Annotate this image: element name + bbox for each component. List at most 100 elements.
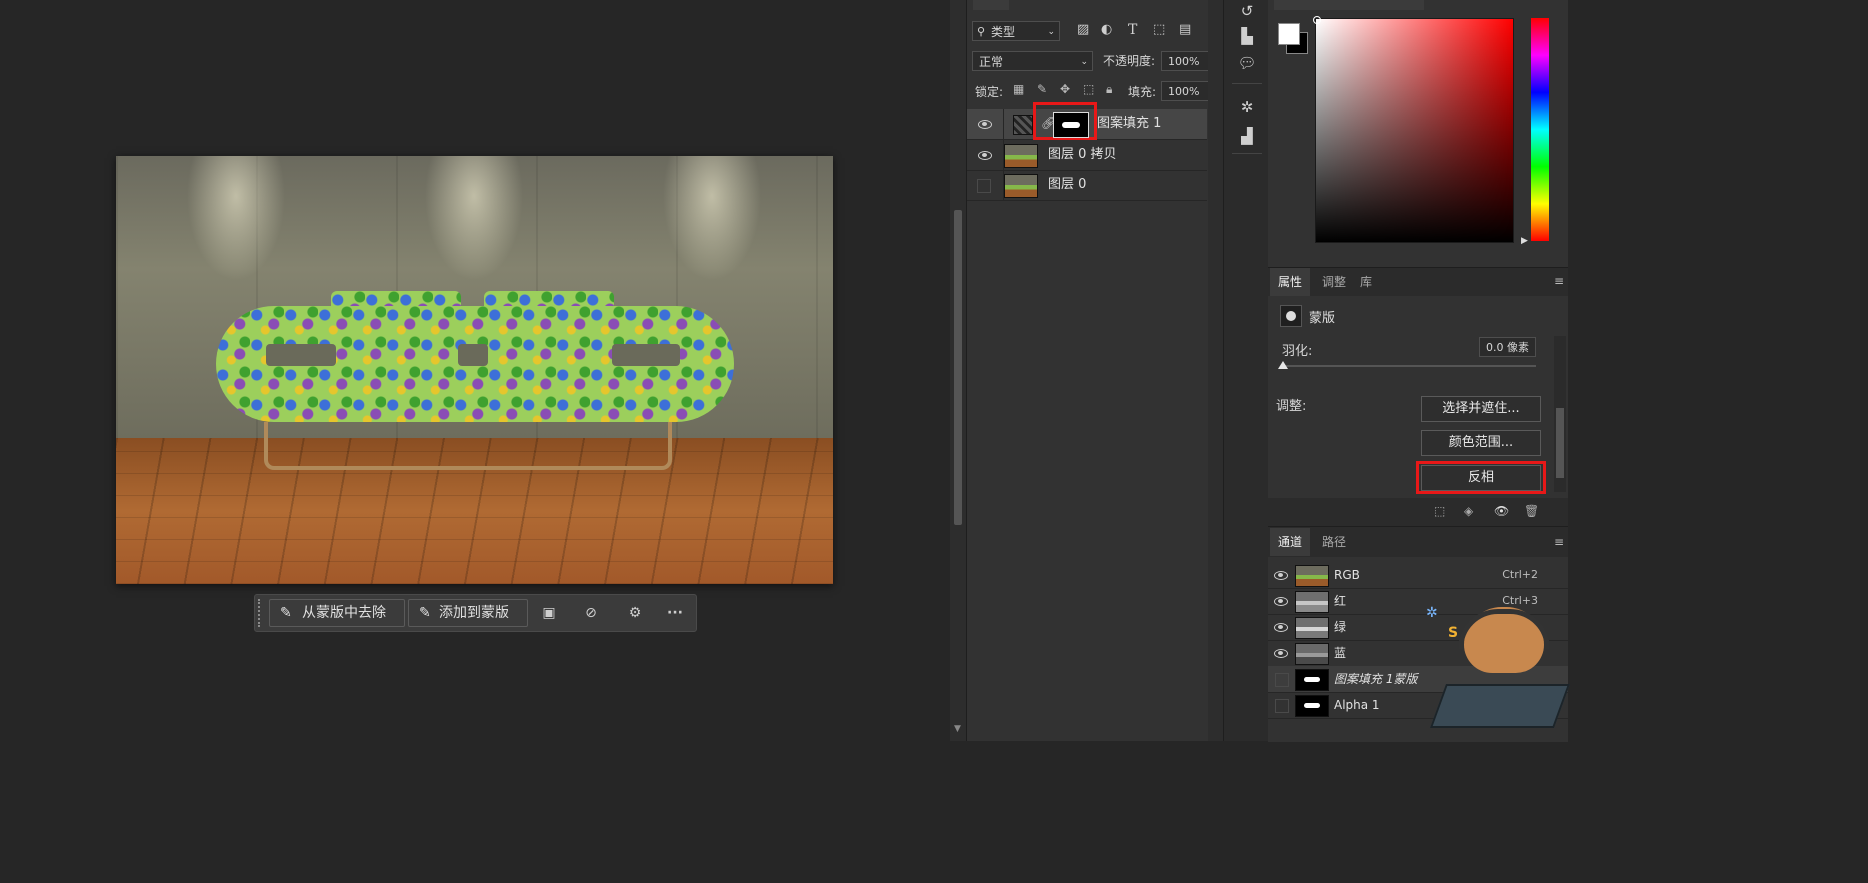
tab-paths[interactable]: 路径 bbox=[1314, 528, 1354, 556]
visibility-toggle-empty[interactable] bbox=[1275, 673, 1289, 687]
add-to-mask-button[interactable]: ✎ 添加到蒙版 bbox=[408, 599, 528, 627]
properties-footer bbox=[1268, 498, 1568, 526]
eye-icon[interactable] bbox=[1274, 597, 1288, 606]
eye-icon[interactable] bbox=[1274, 623, 1288, 632]
smart-object-filter-icon[interactable]: ▤ bbox=[1179, 22, 1195, 38]
divider bbox=[1232, 153, 1262, 154]
more-options-button[interactable]: ··· bbox=[665, 603, 685, 623]
layer-name[interactable]: 图案填充 1 bbox=[1097, 109, 1161, 139]
feather-slider-track[interactable] bbox=[1281, 365, 1536, 367]
document-image[interactable] bbox=[116, 156, 833, 584]
divider bbox=[1003, 109, 1004, 139]
remove-from-mask-label: 从蒙版中去除 bbox=[302, 605, 386, 621]
brush-plus-icon: ✎ bbox=[419, 605, 431, 621]
mask-options-icon[interactable]: ▣ bbox=[539, 603, 559, 623]
color-tabs[interactable] bbox=[1274, 0, 1424, 10]
lock-label: 锁定: bbox=[975, 85, 1004, 99]
scroll-down-arrow[interactable]: ▼ bbox=[954, 724, 961, 734]
sofa-frame bbox=[264, 422, 672, 470]
color-range-button[interactable]: 颜色范围... bbox=[1421, 430, 1541, 456]
shape-filter-icon[interactable]: ⬚ bbox=[1153, 22, 1169, 38]
canvas-area[interactable]: ✎ 从蒙版中去除 ✎ 添加到蒙版 ▣ ⊘ ⚙ ··· bbox=[0, 0, 950, 741]
canvas-scrollbar[interactable]: ▼ bbox=[950, 0, 966, 741]
layer-row-pattern-fill[interactable]: 🔗︎ 图案填充 1 bbox=[967, 102, 1207, 140]
sofa-gap-left bbox=[266, 344, 336, 366]
blend-mode-select[interactable]: 正常 ⌄ bbox=[972, 51, 1093, 71]
blend-mode-value: 正常 bbox=[979, 55, 1004, 69]
search-icon: ⚲ bbox=[977, 25, 986, 38]
layer-row-layer-0[interactable]: 图层 0 bbox=[967, 170, 1207, 201]
feather-field[interactable]: 0.0 像素 bbox=[1479, 337, 1536, 357]
tab-channels[interactable]: 通道 bbox=[1270, 528, 1311, 556]
panel-menu-icon[interactable]: ≡ bbox=[1554, 274, 1564, 288]
history-icon[interactable]: ↺ bbox=[1236, 0, 1258, 22]
mask-settings-icon[interactable]: ⚙ bbox=[625, 603, 645, 623]
opacity-value: 100% bbox=[1168, 55, 1200, 68]
tab-properties[interactable]: 属性 bbox=[1270, 268, 1311, 296]
foreground-color-swatch[interactable] bbox=[1278, 23, 1300, 45]
apply-mask-icon[interactable]: ◈ bbox=[1464, 504, 1473, 518]
lock-pixels-icon[interactable]: ✎ bbox=[1037, 82, 1047, 96]
lock-icon[interactable]: 🔒︎ bbox=[1106, 82, 1112, 97]
layer-thumbnail[interactable] bbox=[1004, 144, 1038, 168]
type-filter-icon[interactable]: T bbox=[1128, 22, 1144, 38]
layer-filter-select[interactable]: ⚲ 类型 ⌄ bbox=[972, 21, 1060, 41]
color-picker-field[interactable] bbox=[1313, 16, 1514, 243]
layer-thumbnail[interactable] bbox=[1004, 174, 1038, 198]
sparkle-icon: ✲ bbox=[1426, 605, 1438, 621]
headphones-icon bbox=[1458, 609, 1550, 649]
hue-slider-handle[interactable]: ▶ bbox=[1521, 236, 1528, 246]
lock-artboard-icon[interactable]: ⬚ bbox=[1083, 82, 1094, 96]
layers-panel: ⚲ 类型 ⌄ ▨ ◐ T ⬚ ▤ 正常 ⌄ 不透明度: 100% ⌄ 锁定: ▦… bbox=[966, 0, 1224, 741]
image-filter-icon[interactable]: ▨ bbox=[1077, 22, 1093, 38]
eye-icon[interactable] bbox=[978, 151, 992, 160]
lock-transparency-icon[interactable]: ▦ bbox=[1013, 82, 1024, 96]
channel-thumbnail bbox=[1295, 591, 1329, 613]
drag-handle[interactable] bbox=[258, 599, 264, 627]
scrollbar-thumb[interactable] bbox=[954, 210, 962, 525]
panel-menu-icon[interactable]: ≡ bbox=[1554, 535, 1564, 549]
panel-icon-strip: ↺ ▙ 💬︎ ✲ ▟ bbox=[1223, 0, 1270, 741]
load-selection-icon[interactable]: ⬚ bbox=[1434, 504, 1445, 518]
eye-icon[interactable]: 👁︎ bbox=[1494, 504, 1509, 518]
eye-icon[interactable] bbox=[978, 120, 992, 129]
visibility-toggle-empty[interactable] bbox=[1275, 699, 1289, 713]
layers-tab[interactable] bbox=[973, 0, 1009, 10]
layer-mask-thumbnail[interactable] bbox=[1053, 112, 1089, 138]
plugin-icon[interactable]: ▙ bbox=[1236, 25, 1258, 47]
layer-name[interactable]: 图层 0 bbox=[1048, 170, 1086, 200]
navigator-wheel-icon[interactable]: ✲ bbox=[1236, 96, 1258, 118]
properties-scrollbar[interactable] bbox=[1554, 336, 1566, 492]
remove-from-mask-button[interactable]: ✎ 从蒙版中去除 bbox=[269, 599, 405, 627]
select-and-mask-button[interactable]: 选择并遮住... bbox=[1421, 396, 1541, 422]
visibility-toggle-empty[interactable] bbox=[977, 179, 991, 193]
channel-row-rgb[interactable]: RGB Ctrl+2 bbox=[1268, 562, 1568, 589]
layers-scrollbar[interactable] bbox=[1208, 0, 1223, 741]
channels-panel: 通道 路径 ≡ RGB Ctrl+2 红 Ctrl+3 绿 蓝 图案填充 1蒙版… bbox=[1268, 526, 1571, 742]
layer-row-layer-0-copy[interactable]: 图层 0 拷贝 bbox=[967, 140, 1207, 171]
trash-icon[interactable]: 🗑︎ bbox=[1524, 504, 1539, 518]
properties-scrollbar-thumb[interactable] bbox=[1556, 408, 1564, 478]
tab-adjustments[interactable]: 调整 bbox=[1314, 268, 1354, 296]
picker-cursor[interactable] bbox=[1313, 16, 1321, 24]
lock-position-icon[interactable]: ✥ bbox=[1060, 82, 1070, 96]
sofa-gap-right bbox=[612, 344, 680, 366]
adjustment-filter-icon[interactable]: ◐ bbox=[1101, 22, 1117, 38]
histogram-icon[interactable]: ▟ bbox=[1236, 125, 1258, 147]
comment-icon[interactable]: 💬︎ bbox=[1236, 52, 1258, 74]
feather-label: 羽化: bbox=[1282, 344, 1313, 359]
feather-slider-handle[interactable] bbox=[1278, 361, 1288, 369]
layer-name[interactable]: 图层 0 拷贝 bbox=[1048, 140, 1117, 170]
s-badge-icon: S bbox=[1448, 625, 1459, 641]
fill-value: 100% bbox=[1168, 85, 1200, 98]
eye-icon[interactable] bbox=[1274, 571, 1288, 580]
channel-shortcut: Ctrl+2 bbox=[1502, 568, 1538, 581]
eye-icon[interactable] bbox=[1274, 649, 1288, 658]
hue-slider[interactable] bbox=[1531, 18, 1549, 241]
capybara-mascot-sticker: ✲ S bbox=[1426, 599, 1571, 742]
mask-type-icon bbox=[1280, 305, 1302, 327]
pattern-fill-thumbnail[interactable] bbox=[1013, 115, 1033, 135]
channel-thumbnail bbox=[1295, 565, 1329, 587]
disable-mask-icon[interactable]: ⊘ bbox=[581, 603, 601, 623]
tab-libraries[interactable]: 库 bbox=[1352, 268, 1380, 296]
